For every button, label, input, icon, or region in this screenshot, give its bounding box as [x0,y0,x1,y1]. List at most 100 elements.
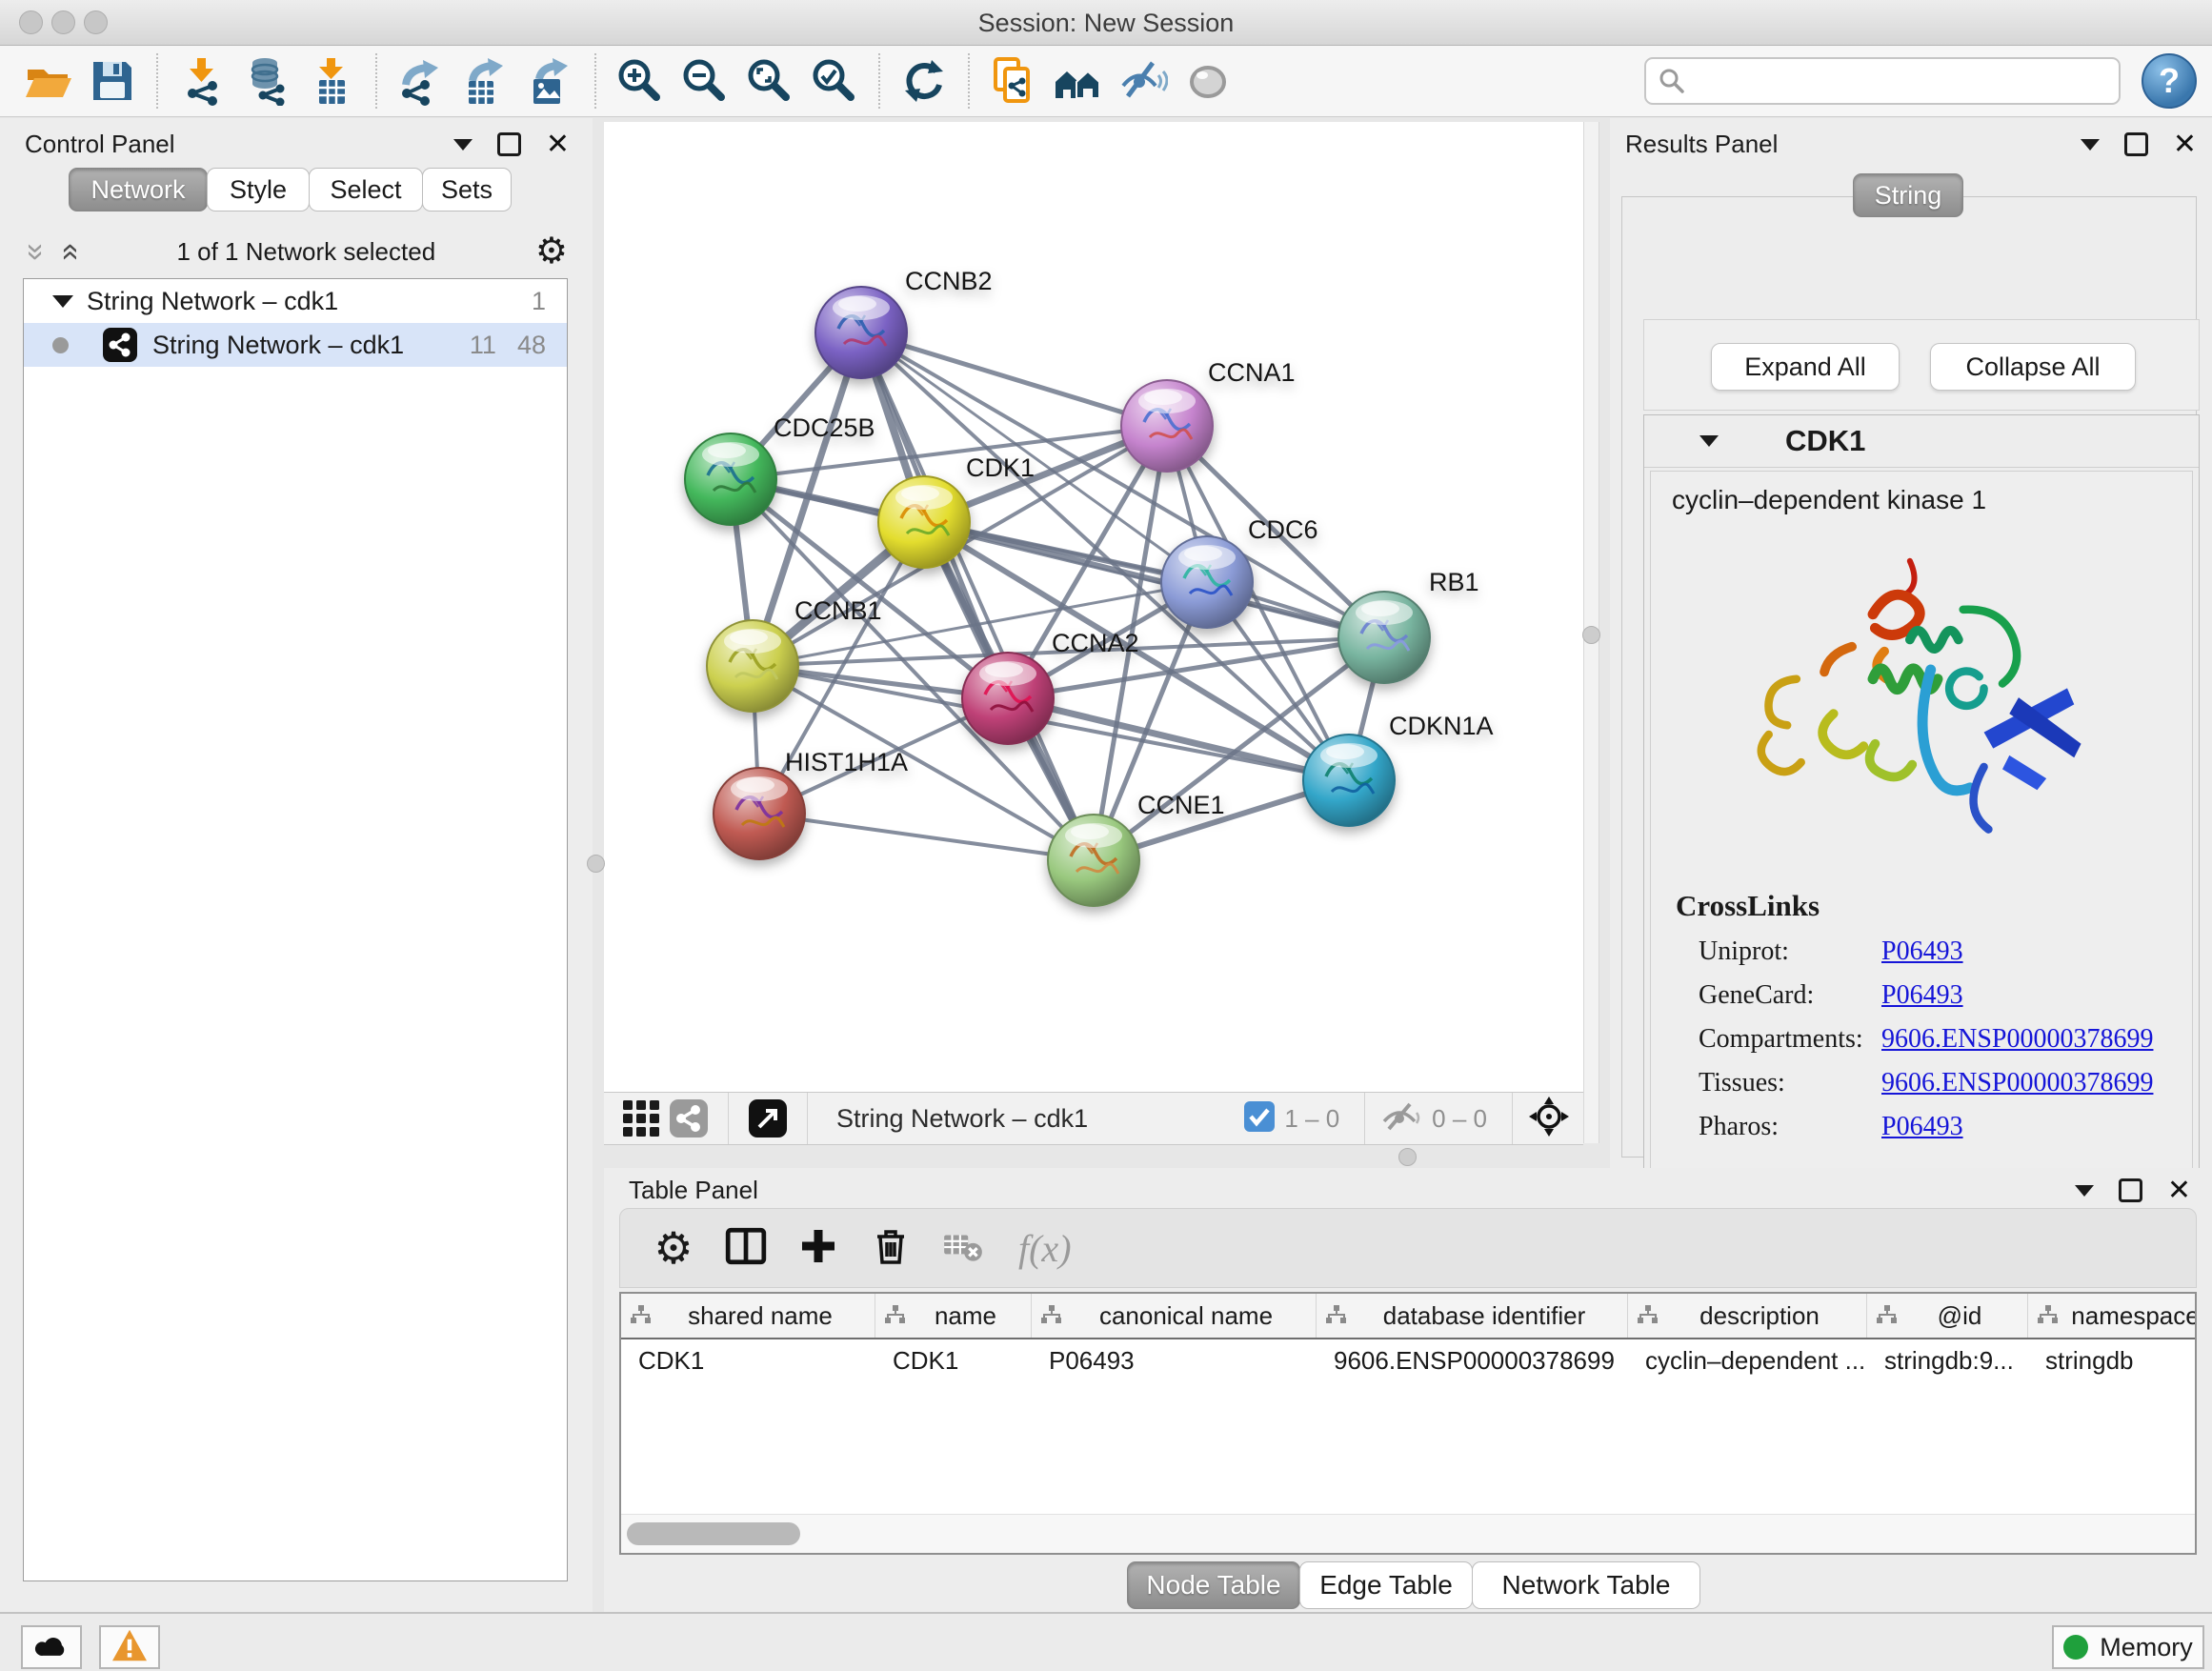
maximize-panel-icon[interactable] [497,132,521,156]
tab-network[interactable]: Network [69,168,208,211]
save-session-button[interactable] [85,53,140,109]
import-network-file-button[interactable] [174,53,230,109]
crosslink-link[interactable]: P06493 [1881,980,1963,1011]
copy-network-button[interactable] [986,53,1041,109]
collapse-all-icon[interactable]: » [22,243,53,260]
node-CDK1[interactable]: CDK1 [878,453,1035,568]
cell-canonical-name[interactable]: P06493 [1032,1346,1317,1376]
network-canvas[interactable]: CCNB2CCNA1CDC25BCDK1CDC6RB1CCNB1CCNA2CDK… [604,122,1583,1092]
export-image-button[interactable] [523,53,578,109]
export-network-button[interactable] [393,53,449,109]
edge-HIST1H1A-CCNE1[interactable] [759,814,1094,860]
edge-CCNB2-CCNA1[interactable] [861,332,1167,426]
table-row[interactable]: CDK1CDK1P064939606.ENSP00000378699cyclin… [621,1339,2195,1381]
column-header-shared-name[interactable]: shared name [621,1294,875,1338]
left-splitter-handle[interactable] [587,855,605,873]
tab-edge-table[interactable]: Edge Table [1299,1561,1473,1609]
control-panel-header: Control Panel ✕ [25,130,570,159]
refresh-view-button[interactable] [896,53,952,109]
cell-@id[interactable]: stringdb:9... [1867,1346,2028,1376]
share-view-button[interactable] [667,1097,711,1140]
scrollbar-thumb[interactable] [627,1522,800,1545]
expand-all-icon[interactable]: » [52,243,84,260]
close-panel-icon[interactable]: ✕ [2167,1177,2191,1205]
float-panel-icon[interactable] [2075,1185,2094,1197]
network-collection-row[interactable]: String Network – cdk1 1 [24,279,567,323]
crosslink-link[interactable]: P06493 [1881,1112,1963,1142]
float-panel-icon[interactable] [453,139,473,151]
crosslink-link[interactable]: P06493 [1881,936,1963,967]
function-builder-button[interactable]: f(x) [1018,1218,1072,1278]
column-header-namespace[interactable]: namespace [2028,1294,2197,1338]
tab-select[interactable]: Select [309,168,423,211]
delete-table-button[interactable] [933,1218,994,1278]
horizontal-splitter-handle[interactable] [1398,1148,1417,1166]
node-CCNB1[interactable]: CCNB1 [707,596,882,712]
close-panel-icon[interactable]: ✕ [2173,131,2197,159]
node-CDKN1A[interactable]: CDKN1A [1303,712,1494,826]
column-header-@id[interactable]: @id [1867,1294,2028,1338]
crosslink-link[interactable]: 9606.ENSP00000378699 [1881,1068,2153,1098]
tab-sets[interactable]: Sets [422,168,512,211]
tab-style[interactable]: Style [207,168,310,211]
horizontal-scrollbar[interactable] [621,1514,2195,1553]
right-splitter-handle[interactable] [1582,626,1600,644]
close-panel-icon[interactable]: ✕ [546,131,570,159]
node-CCNA1[interactable]: CCNA1 [1121,358,1296,472]
selected-checkbox-icon[interactable] [1244,1101,1275,1137]
zoom-out-button[interactable] [677,53,733,109]
import-network-database-button[interactable] [239,53,294,109]
edge-CCNB2-CCNE1[interactable] [861,332,1094,860]
cell-name[interactable]: CDK1 [875,1346,1032,1376]
collapse-entry-icon[interactable] [1699,435,1719,447]
cell-namespace[interactable]: stringdb [2028,1346,2197,1376]
search-input[interactable] [1696,61,2109,99]
zoom-in-button[interactable] [613,53,668,109]
show-all-views-button[interactable] [1051,53,1106,109]
delete-column-button[interactable] [860,1218,921,1278]
expand-all-button[interactable]: Expand All [1711,343,1900,391]
zoom-selected-button[interactable] [807,53,862,109]
tab-network-table[interactable]: Network Table [1472,1561,1700,1609]
detach-view-button[interactable] [746,1097,790,1140]
table-settings-button[interactable]: ⚙ [643,1218,704,1278]
network-row[interactable]: String Network – cdk1 11 48 [24,323,567,367]
hide-panel-button[interactable] [1116,53,1171,109]
show-columns-button[interactable] [715,1218,776,1278]
node-HIST1H1A[interactable]: HIST1H1A [714,748,908,859]
column-header-canonical-name[interactable]: canonical name [1032,1294,1317,1338]
cell-database-identifier[interactable]: 9606.ENSP00000378699 [1317,1346,1628,1376]
column-header-name[interactable]: name [875,1294,1032,1338]
crosslink-link[interactable]: 9606.ENSP00000378699 [1881,1024,2153,1055]
warnings-button[interactable] [99,1625,160,1669]
node-RB1[interactable]: RB1 [1338,568,1479,683]
cell-description[interactable]: cyclin–dependent ... [1628,1346,1867,1376]
cell-shared-name[interactable]: CDK1 [621,1346,875,1376]
birds-eye-icon[interactable] [1528,1096,1570,1142]
help-button[interactable]: ? [2142,53,2197,109]
hidden-eye-slash-icon[interactable] [1380,1100,1422,1137]
preview-button[interactable] [1180,53,1236,109]
zoom-fit-button[interactable] [742,53,797,109]
tab-node-table[interactable]: Node Table [1127,1561,1300,1609]
float-panel-icon[interactable] [2081,139,2100,151]
grid-view-button[interactable] [619,1097,663,1140]
collapse-tree-icon[interactable] [52,295,73,308]
collapse-all-button[interactable]: Collapse All [1930,343,2136,391]
node-CCNE1[interactable]: CCNE1 [1048,791,1225,906]
export-table-button[interactable] [458,53,513,109]
import-table-button[interactable] [304,53,359,109]
memory-button[interactable]: Memory [2052,1625,2204,1669]
cloud-button[interactable] [21,1625,82,1669]
tab-string[interactable]: String [1853,173,1963,217]
column-header-description[interactable]: description [1628,1294,1867,1338]
search-field[interactable] [1644,57,2121,105]
node-CCNB2[interactable]: CCNB2 [815,267,993,378]
maximize-panel-icon[interactable] [2124,132,2148,156]
add-column-button[interactable] [788,1218,849,1278]
column-header-database-identifier[interactable]: database identifier [1317,1294,1628,1338]
open-session-button[interactable] [20,53,75,109]
gear-icon[interactable]: ⚙ [535,233,568,270]
cdk1-entry-header[interactable]: CDK1 [1644,415,2199,468]
maximize-panel-icon[interactable] [2119,1178,2142,1202]
